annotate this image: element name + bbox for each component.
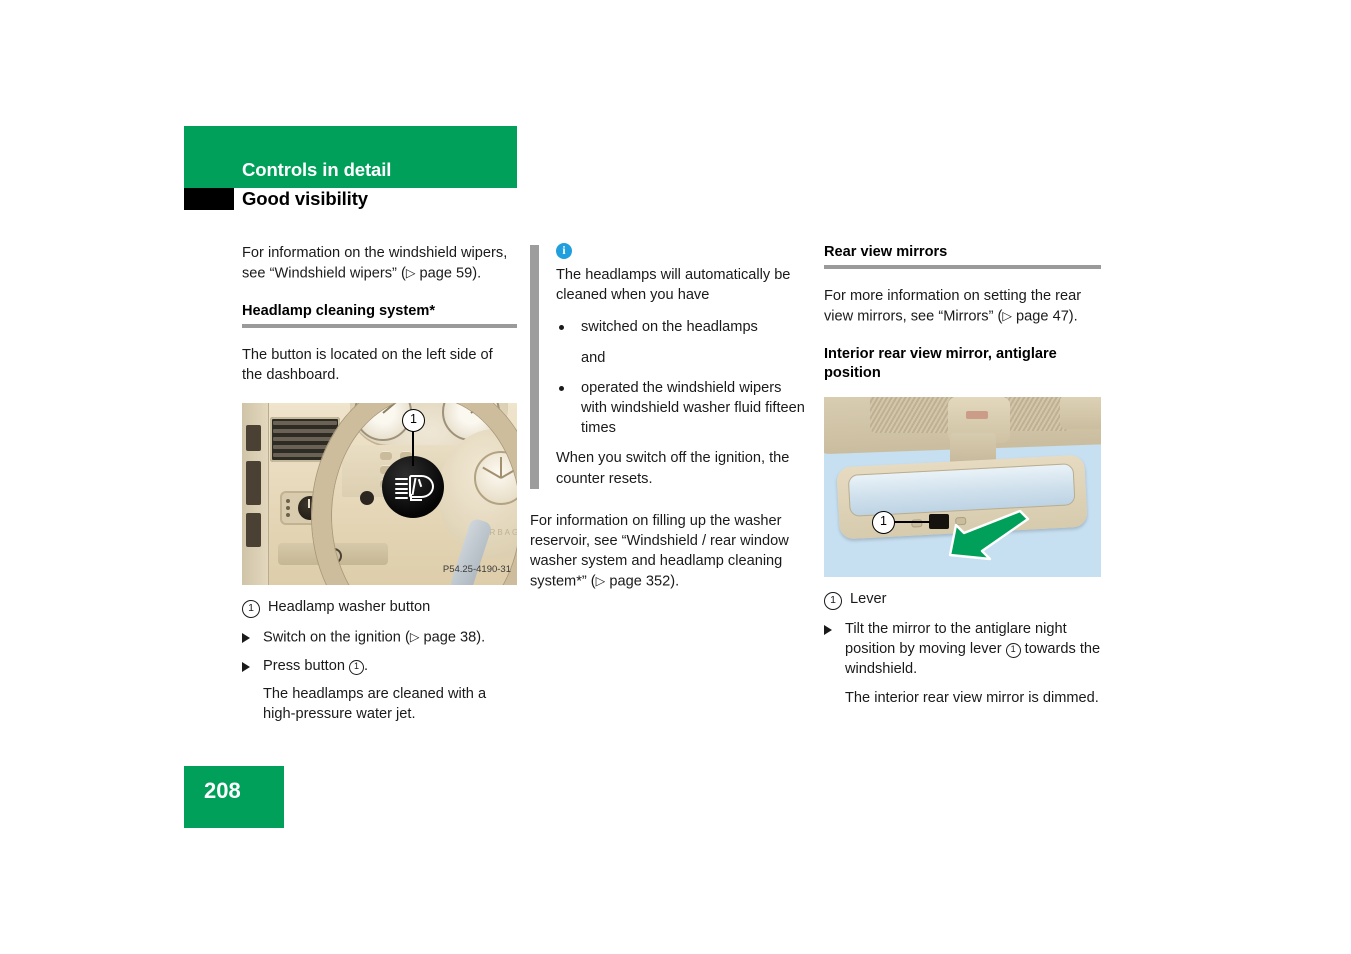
mirror-illustration: 1 — [824, 396, 1101, 577]
right-column: Rear view mirrors For more information o… — [824, 243, 1101, 714]
dashboard-photo: AIRBAG 1 P54.25-4190-31 — [242, 403, 517, 586]
door-panel — [242, 403, 269, 586]
photo-reference-code: P54.25-4190-31 — [442, 564, 511, 576]
callout-leader-line — [412, 428, 414, 467]
note-conjunction: and — [581, 349, 606, 366]
page-reference-icon: ▷ — [1002, 308, 1012, 324]
roof-panel-right — [1060, 396, 1101, 429]
info-icon: i — [556, 243, 572, 259]
left-intro-paragraph: For information on the windshield wipers… — [242, 245, 508, 282]
step-item: Tilt the mirror to the antiglare night p… — [824, 619, 1101, 680]
middle-body-paragraph: For information on filling up the washer… — [530, 512, 789, 590]
step-text: Press button 1. — [263, 656, 517, 676]
dashboard-figure: AIRBAG 1 P54.25-4190-31 — [242, 403, 517, 586]
headlamp-cleaning-heading-block: Headlamp cleaning system* — [242, 302, 517, 328]
bullet-text: operated the windshield wipers with wind… — [581, 379, 805, 437]
switch-indicator-dots — [286, 499, 294, 518]
headlamp-washer-icon — [395, 475, 434, 502]
figure-caption-1: 1 Headlamp washer button — [242, 597, 517, 619]
headlamp-cleaning-heading: Headlamp cleaning system* — [242, 302, 436, 319]
note-closing-paragraph: When you switch off the ignition, the co… — [556, 450, 790, 487]
antiglare-lever — [929, 513, 949, 529]
chapter-title: Controls in detail — [242, 159, 392, 180]
section-tab-marker — [184, 188, 234, 210]
figure-caption-1: 1 Lever — [824, 589, 1101, 610]
caption-label: Headlamp washer button — [268, 599, 431, 616]
figure-callout-1: 1 — [872, 510, 895, 534]
inline-callout-number: 1 — [1005, 643, 1021, 659]
heading-rule — [824, 265, 1101, 269]
page-reference-icon: ▷ — [409, 629, 420, 645]
motion-arrow-icon — [948, 509, 1030, 561]
chapter-header-banner: Controls in detail — [184, 126, 517, 188]
antiglare-subheading: Interior rear view mirror, antiglare pos… — [824, 345, 1057, 381]
step-triangle-icon — [824, 624, 832, 635]
step-text-after: . — [364, 658, 369, 675]
step-result-text: The interior rear view mirror is dimmed. — [845, 689, 1099, 706]
rear-view-mirror-figure: 1 — [824, 396, 1101, 577]
step-item: Press button 1. — [242, 656, 517, 676]
middle-column: i The headlamps will automatically be cl… — [530, 243, 806, 610]
note-side-bar — [530, 245, 539, 489]
bullet-text: switched on the headlamps — [581, 319, 758, 336]
bullet-dot-icon — [559, 385, 564, 391]
page-footer-banner: 208 — [184, 766, 284, 828]
section-title: Good visibility — [242, 188, 368, 209]
rear-view-mirrors-heading: Rear view mirrors — [824, 244, 948, 260]
bullet-dot-icon — [559, 325, 564, 331]
page-number: 208 — [204, 778, 241, 803]
page-reference-icon: ▷ — [595, 573, 606, 589]
inline-callout-number: 1 — [349, 660, 364, 676]
caption-label: Lever — [850, 590, 887, 607]
caption-number: 1 — [824, 591, 842, 610]
note-intro-paragraph: The headlamps will automatically be clea… — [556, 267, 791, 304]
step-text: Tilt the mirror to the antiglare night p… — [845, 619, 1101, 680]
step-triangle-icon — [242, 633, 250, 644]
left-body-paragraph: The button is located on the left side o… — [242, 346, 493, 384]
heading-rule — [242, 323, 517, 328]
note-bullet-item: switched on the headlamps — [556, 317, 806, 337]
left-column: For information on the windshield wipers… — [242, 243, 517, 731]
caption-number: 1 — [242, 600, 260, 619]
step-text-before: Press button — [263, 658, 349, 675]
info-note-box: i The headlamps will automatically be cl… — [530, 243, 806, 489]
page-reference-icon: ▷ — [405, 265, 416, 281]
step-result-text: The headlamps are cleaned with a high-pr… — [263, 686, 487, 723]
rear-view-mirrors-heading-block: Rear view mirrors — [824, 243, 1101, 269]
callout-leader-line — [892, 520, 930, 523]
step-triangle-icon — [242, 662, 250, 673]
right-body-paragraph: For more information on setting the rear… — [824, 288, 1082, 325]
step-text: Switch on the ignition (▷ page 38). — [263, 629, 486, 646]
step-item: Switch on the ignition (▷ page 38). — [242, 627, 517, 648]
note-bullet-item: operated the windshield wipers with wind… — [556, 378, 806, 439]
